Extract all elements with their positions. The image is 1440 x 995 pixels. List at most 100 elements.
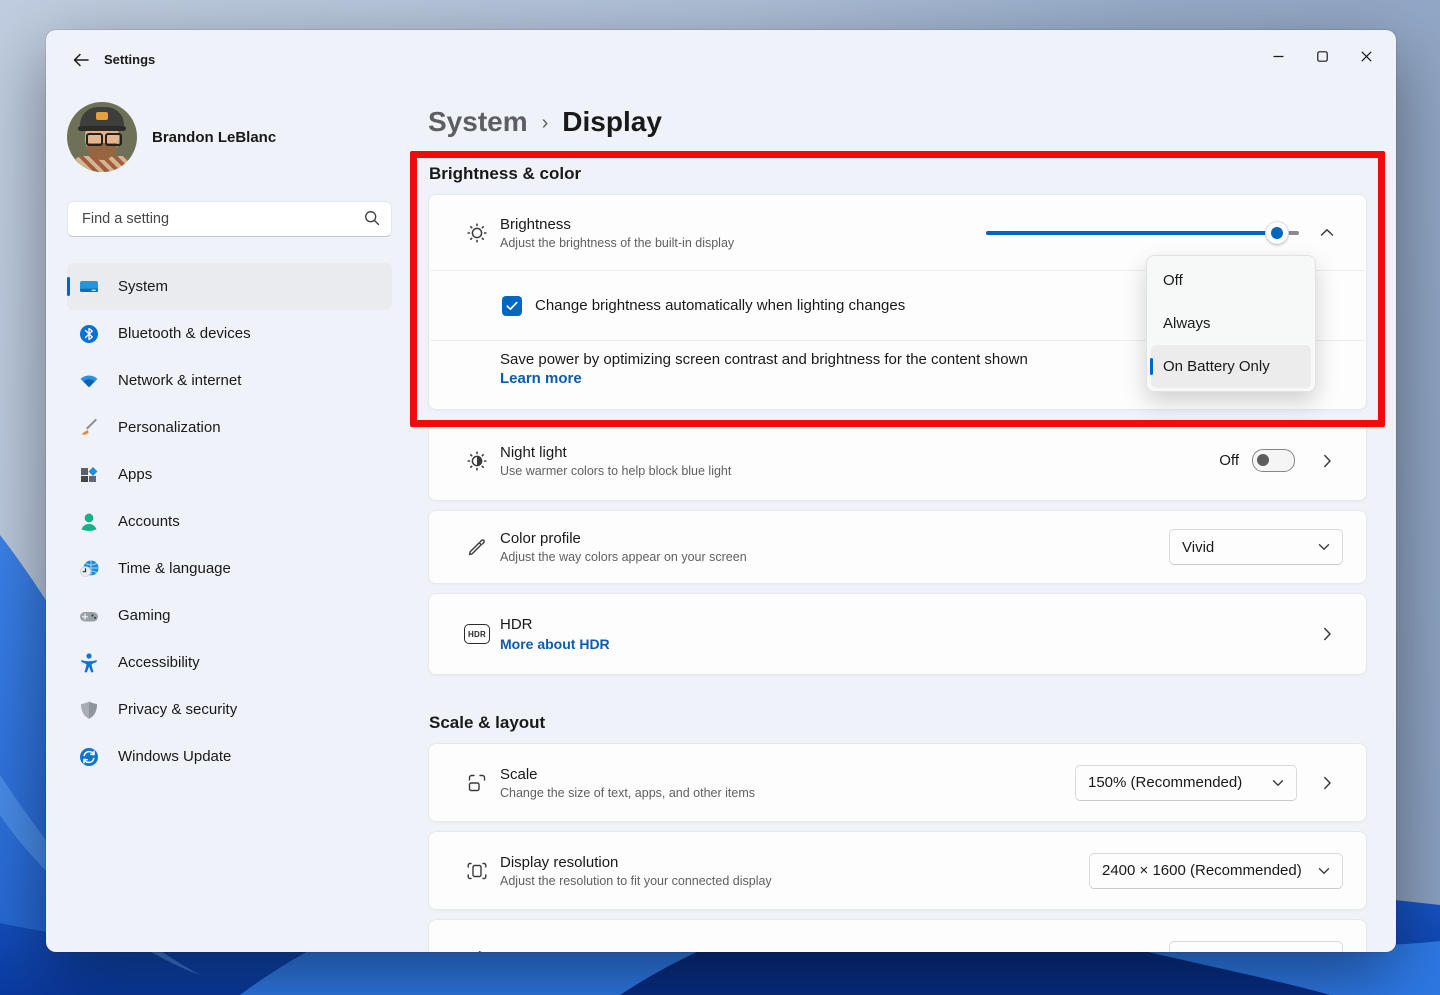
display-resolution-value: 2400 × 1600 (Recommended) xyxy=(1102,862,1302,879)
avatar xyxy=(67,102,137,172)
scale-title: Scale xyxy=(500,766,755,783)
hdr-title: HDR xyxy=(500,616,610,633)
sidebar-item-label: Accessibility xyxy=(118,654,200,671)
toggle-knob xyxy=(1257,454,1269,466)
sidebar-item-label: Apps xyxy=(118,466,152,483)
color-profile-value: Vivid xyxy=(1182,539,1214,556)
selected-indicator-pill xyxy=(67,277,70,296)
main-content: System › Display Brightness & color Brig… xyxy=(428,78,1367,952)
night-light-row[interactable]: Night light Use warmer colors to help bl… xyxy=(428,420,1367,501)
save-power-text: Save power by optimizing screen contrast… xyxy=(500,351,1028,368)
color-profile-subtitle: Adjust the way colors appear on your scr… xyxy=(500,550,747,564)
scale-value: 150% (Recommended) xyxy=(1088,774,1242,791)
chevron-right-icon xyxy=(1323,454,1332,468)
sidebar-item-privacy-security[interactable]: Privacy & security xyxy=(67,686,392,733)
scale-row[interactable]: Scale Change the size of text, apps, and… xyxy=(428,743,1367,822)
breadcrumb: System › Display xyxy=(428,106,1367,138)
brightness-slider-fill xyxy=(986,231,1277,235)
scale-subtitle: Change the size of text, apps, and other… xyxy=(500,786,755,800)
search-box xyxy=(67,201,392,237)
hdr-row[interactable]: HDR HDR More about HDR xyxy=(428,593,1367,675)
sidebar-item-label: Gaming xyxy=(118,607,171,624)
chevron-right-icon xyxy=(1323,776,1332,790)
sidebar-item-gaming[interactable]: Gaming xyxy=(67,592,392,639)
chevron-right-icon xyxy=(1323,627,1332,641)
breadcrumb-parent[interactable]: System xyxy=(428,106,528,138)
flyout-option-label: Off xyxy=(1163,272,1183,289)
night-light-subtitle: Use warmer colors to help block blue lig… xyxy=(500,464,731,478)
minimize-icon xyxy=(1273,51,1284,62)
flyout-option-label: On Battery Only xyxy=(1163,358,1270,375)
color-profile-row: Color profile Adjust the way colors appe… xyxy=(428,510,1367,584)
maximize-button[interactable] xyxy=(1300,38,1344,74)
sidebar-item-time-language[interactable]: Time & language xyxy=(67,545,392,592)
sidebar-item-bluetooth-devices[interactable]: Bluetooth & devices xyxy=(67,310,392,357)
flyout-option-on-battery-only[interactable]: On Battery Only xyxy=(1151,345,1311,388)
wifi-icon xyxy=(78,370,100,392)
night-light-toggle[interactable] xyxy=(1252,449,1295,472)
gaming-icon xyxy=(78,605,100,627)
color-profile-select[interactable]: Vivid xyxy=(1169,529,1343,565)
brightness-slider-thumb[interactable] xyxy=(1266,222,1288,244)
page-title: Display xyxy=(562,106,662,138)
sidebar-item-system[interactable]: System xyxy=(67,263,392,310)
section-header-scale-layout: Scale & layout xyxy=(429,713,1367,733)
sidebar-nav: System Bluetooth & devices Network & int… xyxy=(67,263,392,780)
sidebar-item-accessibility[interactable]: Accessibility xyxy=(67,639,392,686)
breadcrumb-separator-icon: › xyxy=(542,112,549,135)
hdr-icon: HDR xyxy=(464,624,490,644)
user-profile[interactable]: Brandon LeBlanc xyxy=(67,102,392,172)
flyout-option-always[interactable]: Always xyxy=(1151,302,1311,345)
display-resolution-select[interactable]: 2400 × 1600 (Recommended) xyxy=(1089,853,1343,889)
close-icon xyxy=(1361,51,1372,62)
night-light-open-button[interactable] xyxy=(1311,445,1343,477)
display-orientation-select[interactable]: Landscape xyxy=(1169,941,1343,953)
section-header-brightness-color: Brightness & color xyxy=(429,164,1367,184)
night-light-toggle-state: Off xyxy=(1219,452,1239,469)
brightness-collapse-button[interactable] xyxy=(1311,217,1343,249)
scale-open-button[interactable] xyxy=(1311,767,1343,799)
hdr-open-button[interactable] xyxy=(1311,618,1343,650)
close-button[interactable] xyxy=(1344,38,1388,74)
window-controls xyxy=(1256,38,1388,74)
auto-brightness-checkbox[interactable] xyxy=(502,296,522,316)
color-profile-title: Color profile xyxy=(500,530,747,547)
sidebar-item-accounts[interactable]: Accounts xyxy=(67,498,392,545)
accessibility-icon xyxy=(78,652,100,674)
sidebar-item-label: Time & language xyxy=(118,560,231,577)
brightness-slider[interactable] xyxy=(986,222,1299,244)
sidebar-item-network-internet[interactable]: Network & internet xyxy=(67,357,392,404)
sidebar-item-windows-update[interactable]: Windows Update xyxy=(67,733,392,780)
display-orientation-row: Display orientation Landscape xyxy=(428,919,1367,952)
bluetooth-icon xyxy=(78,323,100,345)
profile-name: Brandon LeBlanc xyxy=(152,129,276,146)
sidebar: Brandon LeBlanc System Bluetooth & xyxy=(67,90,392,780)
titlebar: Settings xyxy=(46,30,1396,78)
display-orientation-title: Display orientation xyxy=(500,950,623,952)
minimize-button[interactable] xyxy=(1256,38,1300,74)
sidebar-item-apps[interactable]: Apps xyxy=(67,451,392,498)
sidebar-item-label: Windows Update xyxy=(118,748,231,765)
flyout-option-label: Always xyxy=(1163,315,1211,332)
back-button[interactable] xyxy=(64,46,98,74)
display-resolution-subtitle: Adjust the resolution to fit your connec… xyxy=(500,874,772,888)
time-language-icon xyxy=(78,558,100,580)
accounts-icon xyxy=(78,511,100,533)
sidebar-item-label: System xyxy=(118,278,168,295)
sidebar-item-label: Bluetooth & devices xyxy=(118,325,251,342)
selected-indicator-pill xyxy=(1150,358,1153,375)
scale-select[interactable]: 150% (Recommended) xyxy=(1075,765,1297,801)
flyout-option-off[interactable]: Off xyxy=(1151,259,1311,302)
learn-more-link[interactable]: Learn more xyxy=(500,370,582,387)
search-input[interactable] xyxy=(80,202,354,236)
brightness-title: Brightness xyxy=(500,216,734,233)
chevron-up-icon xyxy=(1320,228,1334,237)
scale-icon xyxy=(464,771,490,795)
display-resolution-row: Display resolution Adjust the resolution… xyxy=(428,831,1367,910)
brightness-icon xyxy=(464,221,490,245)
window-title: Settings xyxy=(104,52,155,67)
more-about-hdr-link[interactable]: More about HDR xyxy=(500,636,610,652)
chevron-down-icon xyxy=(1272,779,1284,787)
sidebar-item-personalization[interactable]: Personalization xyxy=(67,404,392,451)
search-icon xyxy=(364,210,380,226)
